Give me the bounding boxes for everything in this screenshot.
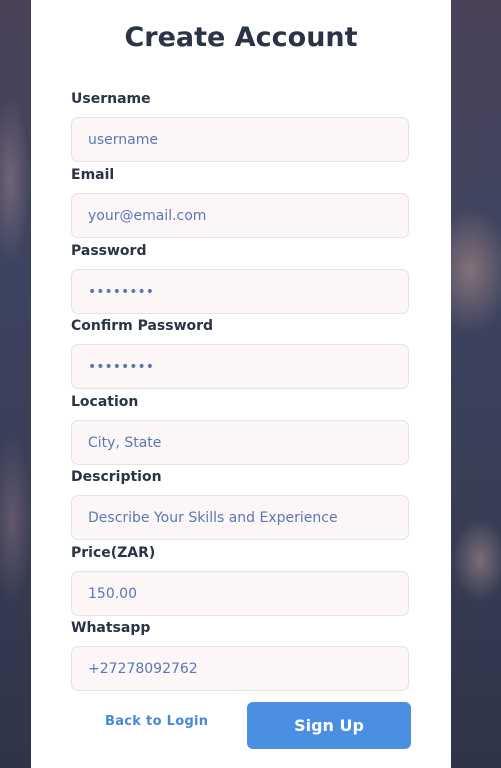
username-label: Username	[71, 91, 151, 107]
email-label: Email	[71, 167, 115, 183]
whatsapp-label: Whatsapp	[71, 620, 151, 636]
whatsapp-input[interactable]	[71, 646, 409, 691]
description-label: Description	[71, 469, 162, 485]
page-title: Create Account	[124, 22, 358, 53]
location-input[interactable]	[71, 420, 409, 465]
email-input[interactable]	[71, 193, 409, 238]
back-to-login-link[interactable]: Back to Login	[105, 714, 208, 729]
username-input[interactable]	[71, 117, 409, 162]
sign-up-button[interactable]: Sign Up	[247, 702, 411, 749]
signup-card: Create Account Username Email Password C…	[31, 0, 451, 768]
price-input[interactable]	[71, 571, 409, 616]
price-label: Price(ZAR)	[71, 545, 156, 561]
description-input[interactable]	[71, 495, 409, 540]
confirm-password-label: Confirm Password	[71, 318, 214, 334]
password-input[interactable]	[71, 269, 409, 314]
location-label: Location	[71, 394, 139, 410]
confirm-password-input[interactable]	[71, 344, 409, 389]
password-label: Password	[71, 243, 147, 259]
